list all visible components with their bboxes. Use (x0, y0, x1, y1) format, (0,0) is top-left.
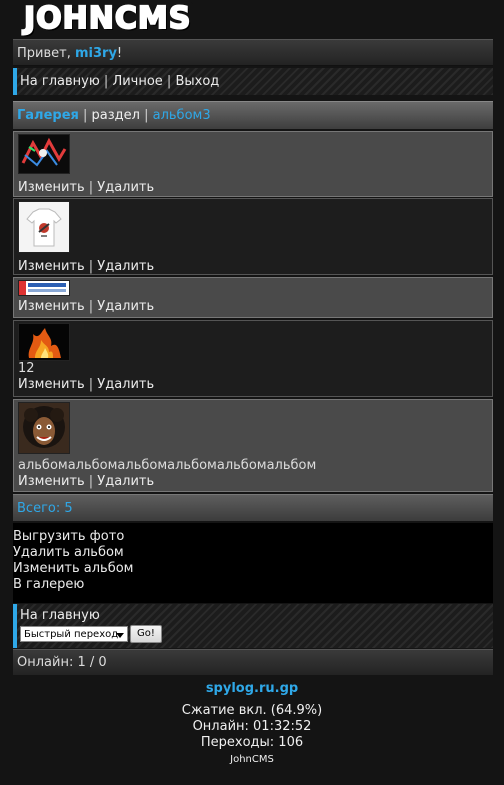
nav-personal-link[interactable]: Личное (112, 74, 162, 89)
breadcrumb-separator: | (78, 108, 92, 123)
edit-album-link[interactable]: Изменить альбом (13, 561, 493, 577)
list-item: Изменить | Удалить (13, 277, 493, 318)
edit-link[interactable]: Изменить (18, 377, 85, 392)
greeting-suffix: ! (116, 46, 123, 61)
edit-link[interactable]: Изменить (18, 299, 85, 314)
photo-thumbnail-fire[interactable] (18, 323, 70, 361)
photo-thumbnail-spylog-banner[interactable] (18, 280, 70, 296)
item-actions: Изменить | Удалить (18, 377, 488, 393)
greeting-prefix: Привет, (17, 46, 75, 61)
delete-link[interactable]: Удалить (97, 299, 154, 314)
breadcrumb-album-link[interactable]: альбом3 (153, 108, 211, 123)
photo-thumbnail-face[interactable] (18, 402, 70, 454)
top-nav: На главную | Личное | Выход (13, 68, 493, 95)
action-separator: | (84, 474, 98, 489)
delete-link[interactable]: Удалить (97, 377, 154, 392)
delete-link[interactable]: Удалить (97, 180, 154, 195)
item-description: альбомальбомальбомальбомальбомальбом (18, 458, 317, 473)
spylog-link[interactable]: spylog.ru.gp (0, 681, 504, 696)
transitions-count: Переходы: 106 (200, 735, 304, 750)
item-actions: Изменить | Удалить (18, 180, 488, 196)
edit-link[interactable]: Изменить (18, 474, 85, 489)
edit-link[interactable]: Изменить (18, 259, 85, 274)
action-separator: | (84, 299, 98, 314)
delete-link[interactable]: Удалить (97, 474, 154, 489)
list-item: Изменить | Удалить (13, 198, 493, 275)
to-gallery-link[interactable]: В галерею (13, 577, 493, 593)
photo-thumbnail-graffiti[interactable] (18, 134, 70, 174)
upload-photo-link[interactable]: Выгрузить фото (13, 529, 493, 545)
item-actions: Изменить | Удалить (18, 259, 488, 275)
action-separator: | (84, 377, 98, 392)
go-button[interactable]: Go! (130, 625, 162, 643)
total-count: Всего: 5 (13, 494, 493, 521)
breadcrumb: Галерея | раздел | альбом3 (13, 101, 493, 129)
chevron-down-icon (116, 633, 124, 638)
action-separator: | (84, 180, 98, 195)
nav-separator: | (99, 74, 113, 89)
logo[interactable]: JOHNCMS (20, 1, 212, 37)
quick-jump-select[interactable]: Быстрый переход (20, 626, 128, 642)
breadcrumb-section: раздел (91, 108, 140, 123)
footer-nav: На главную Быстрый переход Go! (13, 604, 493, 648)
quick-jump-selected: Быстрый переход (24, 629, 119, 640)
page: JOHNCMS Привет, mi3ry! На главную | Личн… (0, 0, 504, 785)
greeting-bar: Привет, mi3ry! (13, 39, 493, 66)
item-description: 12 (18, 361, 35, 376)
action-separator: | (84, 259, 98, 274)
nav-home-link[interactable]: На главную (20, 74, 100, 89)
username-link[interactable]: mi3ry (75, 46, 117, 61)
delete-album-link[interactable]: Удалить альбом (13, 545, 493, 561)
footer-home-link[interactable]: На главную (20, 608, 493, 624)
list-item: альбомальбомальбомальбомальбомальбом Изм… (13, 399, 493, 492)
item-actions: Изменить | Удалить (18, 474, 488, 490)
album-menu: Выгрузить фото Удалить альбом Изменить а… (13, 523, 493, 603)
list-item: Изменить | Удалить (13, 131, 493, 197)
breadcrumb-separator: | (139, 108, 153, 123)
logo-text: JOHNCMS (20, 1, 196, 37)
online-count: Онлайн: 1 / 0 (13, 649, 493, 675)
nav-exit-link[interactable]: Выход (175, 74, 219, 89)
item-actions: Изменить | Удалить (18, 299, 488, 315)
nav-separator: | (162, 74, 176, 89)
photo-thumbnail-tshirt[interactable] (18, 201, 70, 253)
online-time: Онлайн: 01:32:52 (192, 719, 312, 734)
delete-link[interactable]: Удалить (97, 259, 154, 274)
breadcrumb-gallery-link[interactable]: Галерея (17, 108, 79, 123)
compression-status: Сжатие вкл. (64.9%) (181, 703, 323, 718)
list-item: 12 Изменить | Удалить (13, 320, 493, 397)
cms-name: JohnCMS (230, 754, 274, 765)
edit-link[interactable]: Изменить (18, 180, 85, 195)
